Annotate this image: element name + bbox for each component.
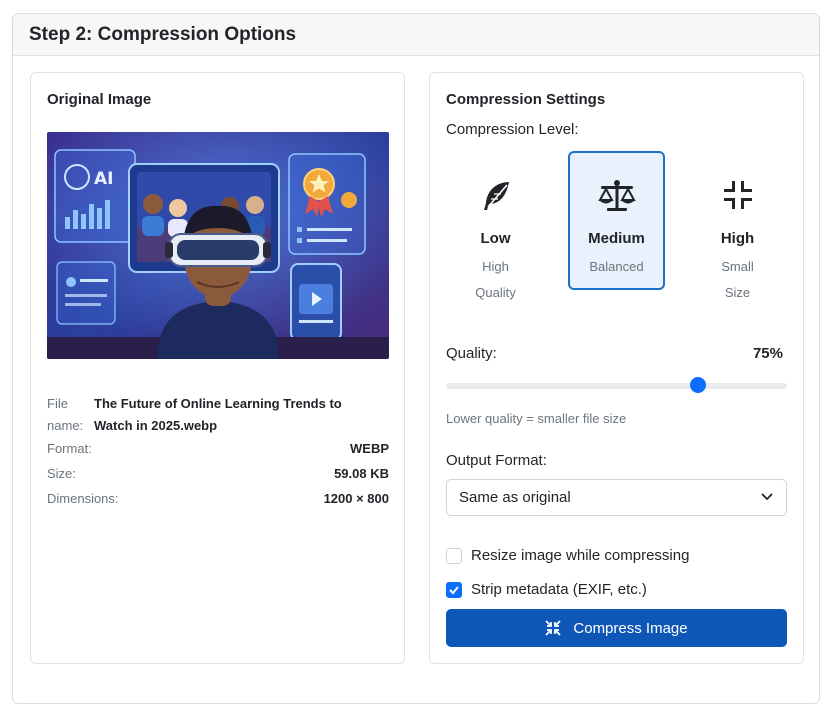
page-title: Step 2: Compression Options [29, 23, 297, 45]
quality-value: 75% [752, 345, 783, 362]
quality-slider-track[interactable] [446, 383, 787, 389]
compress-image-button[interactable]: Compress Image [446, 609, 787, 647]
compression-settings-title: Compression Settings [446, 91, 606, 108]
level-desc-medium: Balanced [589, 259, 644, 274]
original-image-preview: AI [47, 132, 389, 359]
dimensions-value: 1200 × 800 [323, 491, 389, 506]
strip-metadata-label: Strip metadata (EXIF, etc.) [471, 581, 647, 598]
balance-scale-icon [570, 179, 663, 215]
file-name-row: File name: The Future of Online Learning… [47, 393, 389, 437]
compression-options-card: Step 2: Compression Options Original Ima… [12, 13, 820, 704]
quality-hint: Lower quality = smaller file size [446, 411, 627, 426]
level-desc-high: Small Size [721, 259, 754, 300]
quality-slider-thumb[interactable] [689, 377, 706, 393]
level-name-high: High [720, 230, 755, 247]
card-header: Step 2: Compression Options [13, 14, 819, 56]
format-label: Format: [47, 441, 92, 456]
format-value: WEBP [350, 441, 389, 456]
output-format-select[interactable]: Same as original [446, 479, 787, 516]
output-format-value: Same as original [459, 489, 571, 506]
file-name-label: File name: [47, 396, 84, 433]
size-row: Size: 59.08 KB [47, 466, 389, 481]
compression-settings-panel: Compression Settings Compression Level: … [429, 72, 804, 664]
size-value: 59.08 KB [334, 466, 389, 481]
compress-arrows-icon [691, 179, 784, 215]
level-option-low[interactable]: Low High Quality [447, 151, 544, 300]
strip-metadata-checkbox-row[interactable]: Strip metadata (EXIF, etc.) [446, 581, 647, 598]
file-info-table: File name: The Future of Online Learning… [47, 393, 389, 516]
dimensions-label: Dimensions: [47, 491, 119, 506]
quality-label: Quality: [446, 345, 497, 362]
original-image-panel: Original Image AI File name: The Future … [30, 72, 405, 664]
level-desc-low: High Quality [475, 259, 516, 300]
strip-metadata-checkbox[interactable] [446, 581, 462, 598]
dimensions-row: Dimensions: 1200 × 800 [47, 491, 389, 506]
chevron-down-icon [760, 489, 774, 507]
resize-checkbox[interactable] [446, 547, 462, 564]
compress-button-label: Compress Image [573, 619, 688, 637]
output-format-label: Output Format: [446, 452, 547, 469]
size-label: Size: [47, 466, 76, 481]
level-option-medium[interactable]: Medium Balanced [568, 151, 665, 290]
format-row: Format: WEBP [47, 441, 389, 456]
feather-icon [449, 179, 542, 215]
compress-icon [545, 620, 562, 636]
checkmark-icon [449, 585, 459, 594]
resize-checkbox-row[interactable]: Resize image while compressing [446, 547, 689, 564]
level-option-high[interactable]: High Small Size [689, 151, 786, 300]
online-learning-illustration: AI [47, 132, 389, 359]
svg-text:AI: AI [94, 169, 113, 189]
level-name-low: Low [480, 230, 511, 247]
resize-label: Resize image while compressing [471, 547, 690, 564]
original-image-title: Original Image [47, 91, 152, 108]
compression-level-label: Compression Level: [446, 121, 579, 138]
file-name-value: The Future of Online Learning Trends to … [94, 396, 342, 433]
level-name-medium: Medium [588, 230, 645, 247]
